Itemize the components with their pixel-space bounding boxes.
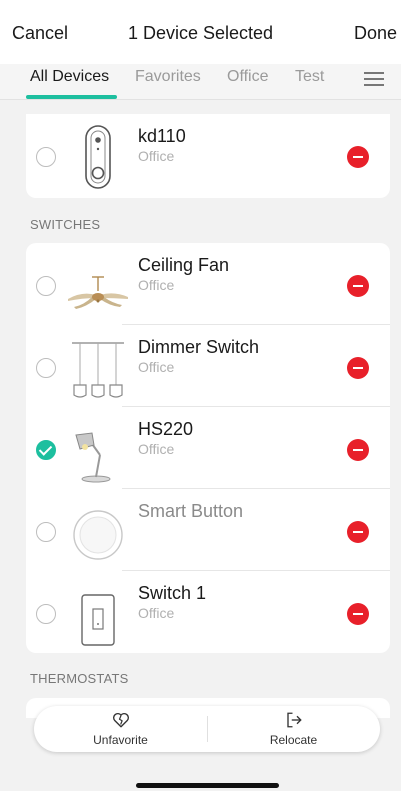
select-radio[interactable]	[36, 604, 56, 624]
action-bar: Unfavorite Relocate	[34, 706, 380, 752]
unfavorite-label: Unfavorite	[93, 733, 148, 747]
remove-icon[interactable]	[347, 521, 369, 543]
device-card-switches: Ceiling Fan Office Dimmer Switch Office	[26, 243, 390, 653]
wall-switch-icon	[81, 594, 115, 646]
broken-heart-icon	[113, 712, 129, 728]
home-indicator	[136, 783, 279, 788]
select-radio-checked[interactable]	[36, 440, 56, 460]
relocate-label: Relocate	[269, 733, 318, 747]
relocate-icon	[287, 712, 302, 728]
device-room: Office	[138, 605, 175, 621]
remove-icon[interactable]	[347, 603, 369, 625]
device-name: Dimmer Switch	[138, 337, 260, 357]
device-room: Office	[138, 441, 175, 457]
tab-test[interactable]: Test	[295, 68, 324, 86]
device-name: Smart Button	[138, 501, 244, 521]
select-radio[interactable]	[36, 358, 56, 378]
tab-all-devices[interactable]: All Devices	[30, 68, 109, 86]
section-heading-switches: SWITCHES	[30, 217, 101, 232]
list-item[interactable]: Ceiling Fan Office	[26, 243, 390, 325]
list-item[interactable]: Switch 1 Office	[26, 571, 390, 653]
unfavorite-button[interactable]: Unfavorite	[34, 706, 207, 752]
list-item[interactable]: Smart Button	[26, 489, 390, 571]
device-name: Ceiling Fan	[138, 255, 230, 275]
select-radio[interactable]	[36, 522, 56, 542]
ceiling-fan-icon	[68, 276, 128, 309]
remove-icon[interactable]	[347, 275, 369, 297]
list-item[interactable]: kd110 Office	[26, 114, 390, 196]
relocate-button[interactable]: Relocate	[207, 706, 380, 752]
tab-office[interactable]: Office	[227, 68, 269, 86]
device-name: Switch 1	[138, 583, 207, 603]
list-item[interactable]: HS220 Office	[26, 407, 390, 489]
cancel-button[interactable]: Cancel	[12, 23, 68, 44]
tab-favorites[interactable]: Favorites	[135, 68, 201, 86]
remove-icon[interactable]	[347, 439, 369, 461]
doorbell-icon	[85, 125, 111, 189]
section-heading-thermostats: THERMOSTATS	[30, 671, 129, 686]
remove-icon[interactable]	[347, 146, 369, 168]
device-room: Office	[138, 148, 175, 164]
device-room: Office	[138, 359, 175, 375]
device-card-cameras: kd110 Office	[26, 114, 390, 198]
tab-overflow-fade	[342, 64, 366, 98]
device-room: Office	[138, 277, 175, 293]
remove-icon[interactable]	[347, 357, 369, 379]
active-tab-indicator	[26, 95, 117, 99]
desk-lamp-icon	[75, 432, 111, 483]
list-item[interactable]: Dimmer Switch Office	[26, 325, 390, 407]
device-name: HS220	[138, 419, 194, 439]
navigation-bar: Cancel 1 Device Selected Done	[0, 0, 401, 64]
pendant-lights-icon	[72, 342, 124, 398]
done-button[interactable]: Done	[354, 23, 397, 44]
tab-bar: All Devices Favorites Office Test	[0, 64, 401, 100]
select-radio[interactable]	[36, 276, 56, 296]
hamburger-menu-icon[interactable]	[364, 68, 384, 88]
device-name: kd110	[138, 126, 186, 146]
select-radio[interactable]	[36, 147, 56, 167]
smart-button-icon	[73, 510, 123, 560]
